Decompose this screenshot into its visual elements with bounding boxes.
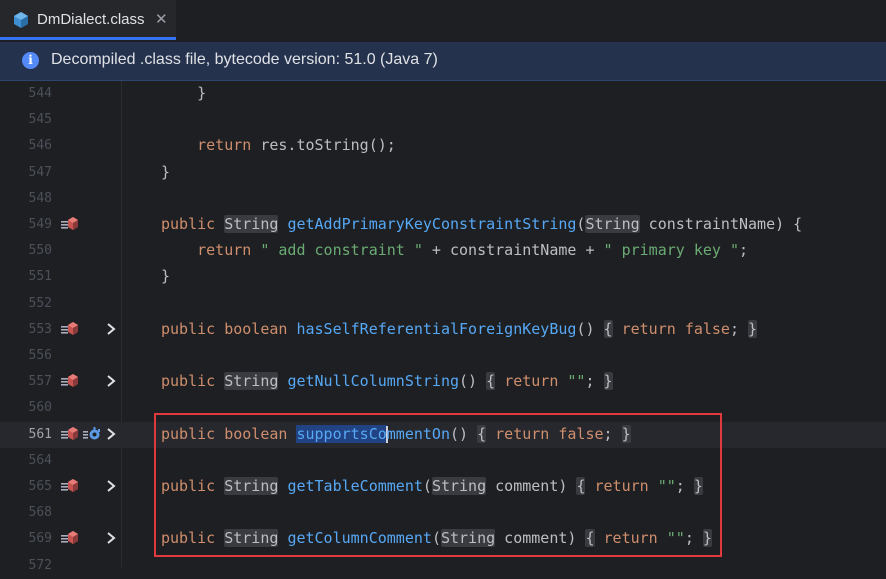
banner-text: Decompiled .class file, bytecode version… bbox=[51, 51, 438, 68]
code-text[interactable]: } bbox=[161, 84, 206, 102]
override-method-icon[interactable] bbox=[61, 216, 79, 232]
code-line[interactable]: 549 public String getAddPrimaryKeyConstra… bbox=[0, 212, 886, 238]
code-line[interactable]: 572 bbox=[0, 553, 886, 579]
close-icon[interactable]: ✕ bbox=[155, 10, 168, 28]
code-line[interactable]: 545 bbox=[0, 107, 886, 133]
override-method-icon[interactable] bbox=[61, 478, 79, 494]
line-number: 551 bbox=[28, 269, 52, 285]
line-number: 564 bbox=[28, 452, 52, 468]
line-number: 560 bbox=[28, 400, 52, 416]
code-line[interactable]: 556 bbox=[0, 343, 886, 369]
override-method-icon[interactable] bbox=[61, 426, 79, 442]
code-text[interactable]: } bbox=[161, 163, 170, 181]
debug-method-icon[interactable] bbox=[83, 426, 101, 442]
code-line[interactable]: 550 return " add constraint " + constrai… bbox=[0, 238, 886, 264]
code-editor[interactable]: 544 } 545 546 return res.toString(); 547} 54… bbox=[0, 81, 886, 573]
code-text[interactable]: return res.toString(); bbox=[161, 136, 396, 154]
line-number: 556 bbox=[28, 348, 52, 363]
code-text[interactable]: public String getNullColumnString() { re… bbox=[161, 372, 613, 391]
code-line[interactable]: 547} bbox=[0, 160, 886, 186]
editor-tab-bar: DmDialect.class ✕ bbox=[0, 0, 886, 43]
line-number: 565 bbox=[28, 479, 52, 494]
chevron-right-icon[interactable] bbox=[105, 531, 117, 545]
chevron-right-icon[interactable] bbox=[105, 322, 117, 336]
line-number: 568 bbox=[28, 505, 52, 521]
line-number: 557 bbox=[28, 374, 52, 390]
line-number: 552 bbox=[28, 295, 52, 311]
line-number: 546 bbox=[28, 138, 52, 154]
line-number: 544 bbox=[28, 86, 52, 101]
class-file-icon bbox=[14, 12, 28, 28]
code-line[interactable]: 553 public boolean hasSelfReferentialFore… bbox=[0, 317, 886, 343]
code-line[interactable]: 544 } bbox=[0, 81, 886, 107]
code-line[interactable]: 569 public String getColumnComment(String… bbox=[0, 526, 886, 552]
code-line[interactable]: 548 bbox=[0, 186, 886, 212]
code-text[interactable]: public String getAddPrimaryKeyConstraint… bbox=[161, 215, 802, 233]
override-method-icon[interactable] bbox=[61, 321, 79, 337]
line-number: 547 bbox=[28, 164, 52, 180]
code-line[interactable]: 564 bbox=[0, 448, 886, 474]
line-number: 545 bbox=[28, 112, 52, 128]
line-number: 550 bbox=[28, 243, 52, 259]
tab-title: DmDialect.class bbox=[37, 11, 145, 28]
line-number: 553 bbox=[28, 321, 52, 337]
code-text[interactable]: public String getColumnComment(String co… bbox=[161, 529, 712, 548]
code-line[interactable]: 561 public boolean supportsCommentOn() { … bbox=[0, 421, 886, 448]
code-line[interactable]: 557 public String getNullColumnString() {… bbox=[0, 369, 886, 395]
line-number: 548 bbox=[28, 190, 52, 206]
code-text[interactable]: return " add constraint " + constraintNa… bbox=[161, 241, 748, 259]
tab-dmdialect-class[interactable]: DmDialect.class ✕ bbox=[0, 0, 176, 40]
code-line[interactable]: 560 bbox=[0, 395, 886, 421]
code-line[interactable]: 568 bbox=[0, 500, 886, 526]
override-method-icon[interactable] bbox=[61, 373, 79, 389]
code-line[interactable]: 552 bbox=[0, 291, 886, 317]
line-number: 569 bbox=[28, 531, 52, 547]
chevron-right-icon[interactable] bbox=[105, 427, 117, 441]
code-line[interactable]: 551} bbox=[0, 264, 886, 290]
code-text[interactable]: public String getTableComment(String com… bbox=[161, 477, 703, 495]
override-method-icon[interactable] bbox=[61, 530, 79, 546]
code-text[interactable]: public boolean hasSelfReferentialForeign… bbox=[161, 319, 758, 338]
code-line[interactable]: 565 public String getTableComment(String … bbox=[0, 474, 886, 500]
line-number: 561 bbox=[28, 426, 52, 442]
chevron-right-icon[interactable] bbox=[105, 479, 117, 493]
chevron-right-icon[interactable] bbox=[105, 374, 117, 388]
decompiled-banner: i Decompiled .class file, bytecode versi… bbox=[0, 42, 886, 81]
code-text[interactable]: } bbox=[161, 267, 170, 285]
line-number: 572 bbox=[28, 557, 52, 573]
code-line[interactable]: 546 return res.toString(); bbox=[0, 133, 886, 159]
line-number: 549 bbox=[28, 217, 52, 232]
code-text[interactable]: public boolean supportsCommentOn() { ret… bbox=[161, 424, 631, 443]
info-icon: i bbox=[22, 52, 39, 69]
